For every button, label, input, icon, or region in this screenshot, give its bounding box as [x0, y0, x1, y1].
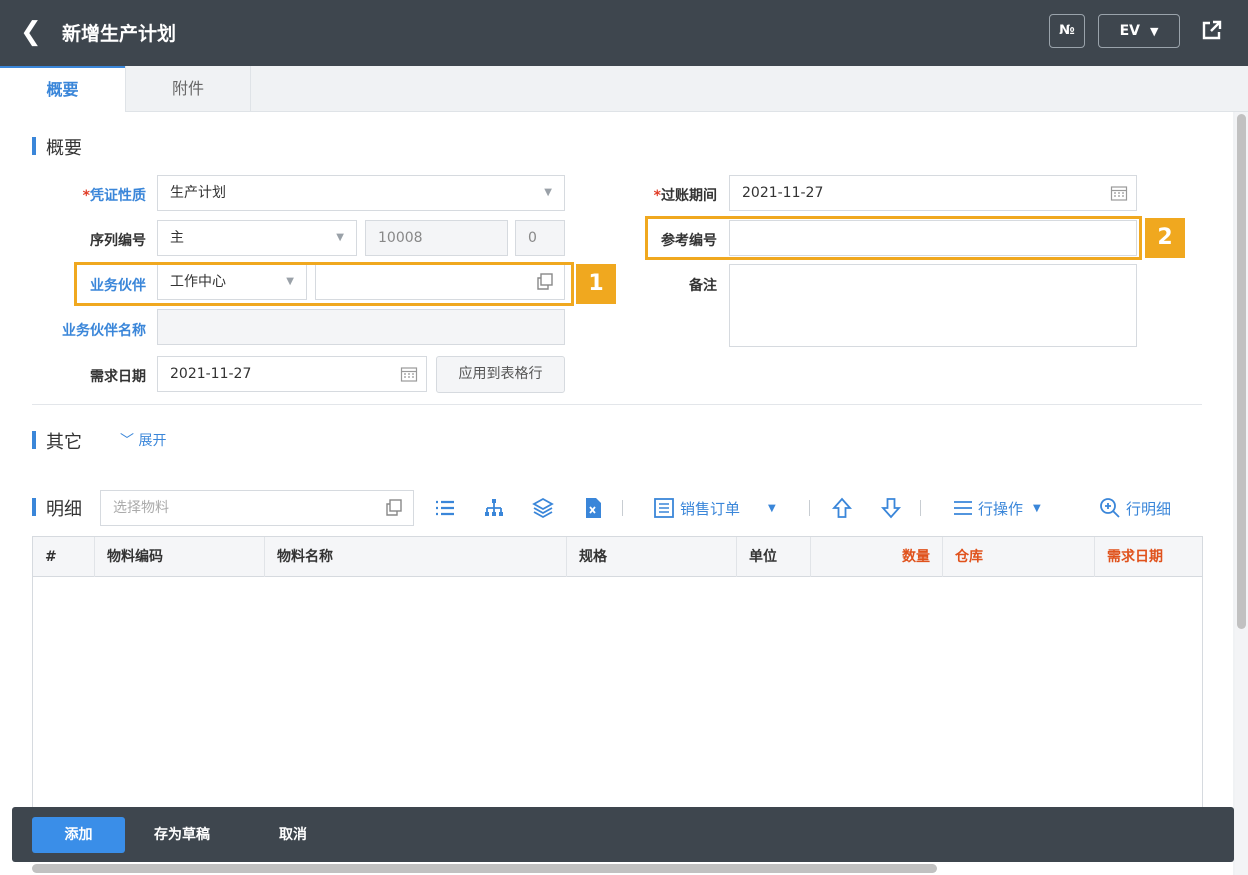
column-header-material-code[interactable]: 物料编码	[95, 537, 265, 577]
posting-date-label: *过账期间	[653, 188, 717, 204]
action-bar: 添加 存为草稿 取消	[12, 807, 1234, 862]
summary-section-title: 概要	[32, 134, 82, 160]
partner-name-field	[157, 309, 565, 345]
highlight-box-1	[74, 262, 574, 306]
tab-attachments[interactable]: 附件	[125, 66, 251, 112]
layers-icon[interactable]	[531, 496, 555, 520]
voucher-type-select[interactable]: 生产计划 ▼	[157, 175, 565, 211]
main-content: 概要 *凭证性质 生产计划 ▼ 序列编号 主 ▼ 10008 0 业务伙伴 工作…	[0, 112, 1233, 875]
number-button[interactable]: №	[1049, 14, 1085, 48]
material-search-input[interactable]: 选择物料	[100, 490, 414, 526]
column-header-unit[interactable]: 单位	[737, 537, 811, 577]
arrow-down-icon[interactable]	[879, 496, 903, 520]
serial-number-field: 10008	[365, 220, 508, 256]
highlight-badge-2: 2	[1145, 218, 1185, 258]
column-header-demand-date[interactable]: 需求日期	[1095, 537, 1202, 577]
language-label: EV	[1119, 23, 1140, 39]
material-search-placeholder: 选择物料	[113, 500, 169, 516]
chevron-down-icon: ▼	[544, 187, 552, 198]
serial-label: 序列编号	[90, 233, 146, 249]
hierarchy-icon[interactable]	[482, 496, 506, 520]
tab-bar: 概要 附件	[0, 66, 1248, 112]
caret-down-icon: ▼	[1033, 502, 1041, 514]
row-detail-button[interactable]: 行明细	[1099, 496, 1171, 520]
page-title: 新增生产计划	[62, 23, 177, 45]
table-header: # 物料编码 物料名称 规格 单位 数量 仓库 需求日期	[33, 537, 1202, 577]
horizontal-scrollbar-thumb[interactable]	[32, 864, 937, 873]
voucher-type-value: 生产计划	[170, 185, 226, 201]
detail-section-title: 明细	[32, 495, 82, 521]
serial-series-value: 主	[170, 230, 184, 246]
toolbar-separator	[622, 500, 623, 516]
chevron-down-icon: ▼	[336, 232, 344, 243]
calendar-icon[interactable]	[1110, 184, 1128, 202]
partner-name-label: 业务伙伴名称	[62, 323, 146, 339]
sales-order-dropdown[interactable]: 销售订单 ▼	[653, 496, 776, 520]
demand-date-value: 2021-11-27	[170, 366, 252, 382]
row-detail-label: 行明细	[1126, 499, 1172, 518]
copy-icon[interactable]	[385, 499, 403, 517]
add-button[interactable]: 添加	[32, 817, 125, 853]
column-header-quantity[interactable]: 数量	[811, 537, 943, 577]
serial-suffix-field: 0	[515, 220, 565, 256]
top-bar: ❮ 新增生产计划 № EV ▼	[0, 0, 1248, 66]
save-draft-button[interactable]: 存为草稿	[154, 817, 210, 853]
excel-icon[interactable]	[581, 496, 605, 520]
cancel-button[interactable]: 取消	[279, 817, 307, 853]
posting-date-value: 2021-11-27	[742, 185, 824, 201]
column-header-material-name[interactable]: 物料名称	[265, 537, 567, 577]
list-icon[interactable]	[433, 496, 457, 520]
sales-order-label: 销售订单	[680, 499, 741, 518]
column-header-spec[interactable]: 规格	[567, 537, 737, 577]
section-divider	[32, 404, 1202, 405]
other-section-title: 其它	[32, 428, 82, 454]
voucher-type-label: *凭证性质	[82, 188, 146, 204]
row-ops-dropdown[interactable]: 行操作 ▼	[952, 496, 1041, 520]
column-header-warehouse[interactable]: 仓库	[943, 537, 1095, 577]
caret-down-icon: ▼	[768, 502, 776, 514]
detail-table: # 物料编码 物料名称 规格 单位 数量 仓库 需求日期	[32, 536, 1203, 836]
row-ops-label: 行操作	[978, 499, 1024, 518]
arrow-up-icon[interactable]	[830, 496, 854, 520]
posting-date-input[interactable]: 2021-11-27	[729, 175, 1137, 211]
toolbar-separator	[809, 500, 810, 516]
vertical-scrollbar-thumb[interactable]	[1237, 114, 1246, 629]
chevron-down-icon: ﹀	[120, 433, 134, 449]
serial-series-select[interactable]: 主 ▼	[157, 220, 357, 256]
toolbar-separator	[920, 500, 921, 516]
expand-label: 展开	[138, 433, 167, 449]
language-dropdown[interactable]: EV ▼	[1098, 14, 1180, 48]
highlight-badge-1: 1	[576, 264, 616, 304]
apply-to-rows-button[interactable]: 应用到表格行	[436, 356, 565, 393]
caret-down-icon: ▼	[1149, 25, 1159, 38]
document-icon	[654, 498, 674, 518]
share-icon[interactable]	[1200, 18, 1224, 42]
remark-label: 备注	[689, 278, 717, 294]
remark-textarea[interactable]	[729, 264, 1137, 347]
calendar-icon[interactable]	[400, 365, 418, 383]
expand-toggle[interactable]: ﹀ 展开	[120, 430, 166, 450]
demand-date-label: 需求日期	[90, 369, 146, 385]
vertical-scrollbar[interactable]	[1235, 112, 1248, 875]
column-header-index[interactable]: #	[33, 537, 95, 577]
highlight-box-2	[645, 216, 1142, 260]
zoom-in-icon	[1100, 498, 1120, 518]
menu-icon	[954, 501, 972, 515]
tab-summary[interactable]: 概要	[0, 66, 125, 112]
back-arrow-icon[interactable]: ❮	[20, 18, 50, 48]
demand-date-input[interactable]: 2021-11-27	[157, 356, 427, 392]
